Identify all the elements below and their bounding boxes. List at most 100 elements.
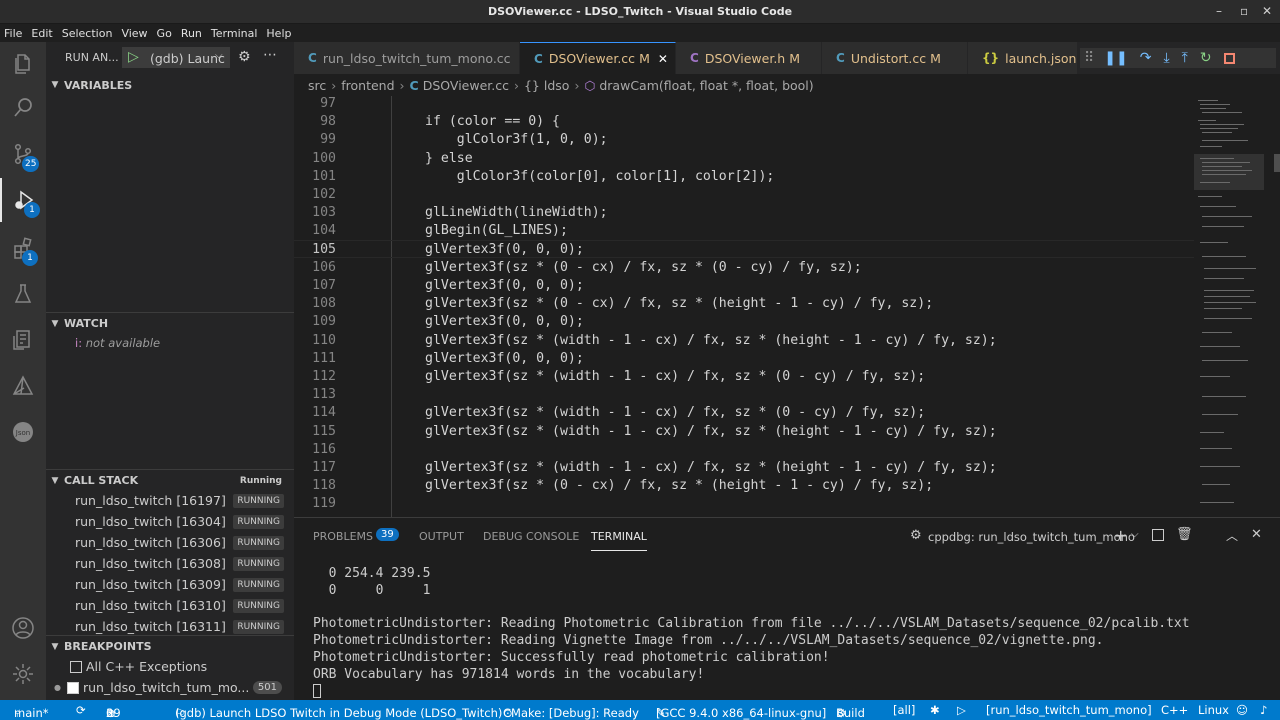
breakpoint-exceptions[interactable]: All C++ Exceptions xyxy=(70,659,207,674)
source-control-icon[interactable]: 25 xyxy=(0,132,46,176)
notifications-bell-icon[interactable]: ♪ xyxy=(1260,703,1267,717)
code-editor[interactable]: 97 98 99 100 101 102 103 104 105 106 107… xyxy=(294,96,1194,517)
launch-target[interactable]: [run_ldso_twitch_tum_mono] xyxy=(986,703,1152,717)
feedback-icon[interactable]: ☺ xyxy=(1236,703,1248,717)
terminal-cursor[interactable] xyxy=(313,684,321,698)
terminal-line: 0 0 1 xyxy=(313,583,431,598)
account-icon[interactable] xyxy=(0,606,46,650)
line-number: 108 xyxy=(312,296,336,312)
step-into-icon[interactable]: ⤓ xyxy=(1163,50,1169,66)
cmake-icon[interactable] xyxy=(0,364,46,408)
chevron-down-icon: ⌵ xyxy=(215,50,223,61)
step-over-icon[interactable]: ↷ xyxy=(1140,50,1152,66)
tab-terminal[interactable]: TERMINAL xyxy=(591,530,647,551)
start-debug-icon[interactable]: ▷ xyxy=(128,49,139,65)
line-number: 117 xyxy=(312,460,336,475)
menu-help[interactable]: Help xyxy=(262,24,296,42)
close-panel-icon[interactable]: ✕ xyxy=(1251,527,1262,542)
manage-gear-icon[interactable] xyxy=(0,652,46,696)
callstack-thread[interactable]: run_ldso_twitch [16309] RUNNING xyxy=(46,574,294,595)
callstack-thread[interactable]: run_ldso_twitch [16308] RUNNING xyxy=(46,553,294,574)
variables-section-header[interactable]: ▼ VARIABLES xyxy=(46,74,294,96)
language-mode[interactable]: C++ xyxy=(1161,703,1188,717)
menu-selection[interactable]: Selection xyxy=(58,24,118,42)
chevron-up-icon[interactable]: ︿ xyxy=(1226,527,1238,544)
thread-state-badge: RUNNING xyxy=(233,535,284,550)
code-line: glVertex3f(0, 0, 0); xyxy=(425,314,584,330)
terminal-line: PhotometricUndistorter: Reading Vignette… xyxy=(313,633,1104,648)
breadcrumb-file[interactable]: DSOViewer.cc xyxy=(423,78,509,93)
search-icon[interactable] xyxy=(0,86,46,130)
thread-state-badge: RUNNING xyxy=(233,514,284,529)
run-debug-icon[interactable]: 1 xyxy=(0,178,46,222)
breadcrumb-namespace[interactable]: {} ldso xyxy=(524,78,569,93)
line-number: 102 xyxy=(312,187,336,202)
remote-explorer-icon[interactable] xyxy=(0,318,46,362)
breakpoints-section-header[interactable]: ▼ BREAKPOINTS xyxy=(46,635,294,657)
callstack-thread[interactable]: run_ldso_twitch [16306] RUNNING xyxy=(46,532,294,553)
terminal-name[interactable]: cppdbg: run_ldso_twitch_tum_mono xyxy=(928,530,1135,544)
new-terminal-icon[interactable]: + xyxy=(1114,526,1127,545)
explorer-icon[interactable] xyxy=(0,42,46,86)
tab-dsoviewer-cc[interactable]: C DSOViewer.cc M ✕ xyxy=(520,42,676,74)
json-icon[interactable]: Json xyxy=(0,410,46,454)
split-terminal-icon[interactable] xyxy=(1152,529,1164,541)
exceptions-checkbox[interactable] xyxy=(70,660,82,673)
menu-terminal[interactable]: Terminal xyxy=(207,24,263,42)
callstack-thread[interactable]: run_ldso_twitch [16310] RUNNING xyxy=(46,595,294,616)
close-tab-icon[interactable]: ✕ xyxy=(658,52,668,66)
menu-view[interactable]: View xyxy=(117,24,152,42)
step-out-icon[interactable]: ⤒ xyxy=(1182,50,1188,66)
run-icon[interactable]: ▷ xyxy=(957,703,966,717)
extensions-icon[interactable]: 1 xyxy=(0,226,46,270)
restart-icon[interactable]: ↻ xyxy=(1200,50,1212,66)
maximize-icon[interactable]: ▫ xyxy=(1240,4,1248,18)
more-actions-icon[interactable]: ⋯ xyxy=(263,47,277,63)
breadcrumb-src[interactable]: src xyxy=(308,78,326,93)
minimap[interactable] xyxy=(1194,96,1280,517)
os-indicator[interactable]: Linux xyxy=(1198,703,1229,717)
watch-item[interactable]: i: not available xyxy=(75,336,160,350)
breakpoint-dot-icon: ● xyxy=(54,683,61,692)
code-line: glVertex3f(sz * (0 - cx) / fx, sz * (hei… xyxy=(425,296,934,312)
tab-output[interactable]: OUTPUT xyxy=(419,530,464,543)
tab-debug-console[interactable]: DEBUG CONSOLE xyxy=(483,530,579,543)
tab-problems[interactable]: PROBLEMS xyxy=(313,530,373,543)
launch-config-select[interactable]: ▷ (gdb) Launc ⌵ xyxy=(122,47,230,68)
callstack-thread[interactable]: run_ldso_twitch [16197] RUNNING xyxy=(46,490,294,511)
breakpoint-checkbox[interactable] xyxy=(66,681,79,694)
modified-indicator: M xyxy=(639,51,650,66)
minimize-icon[interactable]: – xyxy=(1216,4,1222,18)
tab-launch-json[interactable]: {} launch.json M xyxy=(968,42,1078,74)
stop-icon[interactable] xyxy=(1223,52,1235,64)
callstack-thread[interactable]: run_ldso_twitch [16304] RUNNING xyxy=(46,511,294,532)
menu-edit[interactable]: Edit xyxy=(27,24,57,42)
menu-go[interactable]: Go xyxy=(153,24,177,42)
breadcrumb-frontend[interactable]: frontend xyxy=(341,78,394,93)
line-number: 114 xyxy=(312,405,336,421)
testing-icon[interactable] xyxy=(0,272,46,316)
pause-icon[interactable]: ❚❚ xyxy=(1104,50,1127,66)
breadcrumb-function[interactable]: drawCam(float, float *, float, bool) xyxy=(599,78,813,93)
sync-icon[interactable]: ⟳ xyxy=(76,703,86,717)
menu-file[interactable]: File xyxy=(0,24,27,42)
debug-bug-icon[interactable]: ✱ xyxy=(930,703,940,717)
trash-icon[interactable]: 🗑 xyxy=(1176,527,1193,542)
watch-section-header[interactable]: ▼ WATCH xyxy=(46,312,294,334)
breakpoint-file[interactable]: ● run_ldso_twitch_tum_mo... 501 xyxy=(54,680,290,695)
menu-run[interactable]: Run xyxy=(177,24,207,42)
cpp-file-icon: C xyxy=(534,51,543,66)
build-target[interactable]: [all] xyxy=(893,703,915,717)
title-bar: DSOViewer.cc - LDSO_Twitch - Visual Stud… xyxy=(0,0,1280,24)
drag-handle-icon[interactable]: ⠿ xyxy=(1084,50,1094,66)
tab-dsoviewer-h[interactable]: C DSOViewer.h M xyxy=(676,42,822,74)
callstack-section-header[interactable]: ▼ CALL STACK Running xyxy=(46,469,294,491)
code-line: } else xyxy=(425,150,473,166)
close-window-icon[interactable]: ✕ xyxy=(1262,4,1272,18)
chevron-down-icon[interactable]: ⌵ xyxy=(1131,529,1139,540)
tab-label: Undistort.cc xyxy=(850,50,927,66)
debug-settings-gear-icon[interactable]: ⚙ xyxy=(238,49,251,65)
tab-undistort-cc[interactable]: C Undistort.cc M xyxy=(822,42,968,74)
tab-run-ldso-twitch[interactable]: C run_ldso_twitch_tum_mono.cc xyxy=(294,42,520,74)
callstack-thread[interactable]: run_ldso_twitch [16311] RUNNING xyxy=(46,616,294,637)
